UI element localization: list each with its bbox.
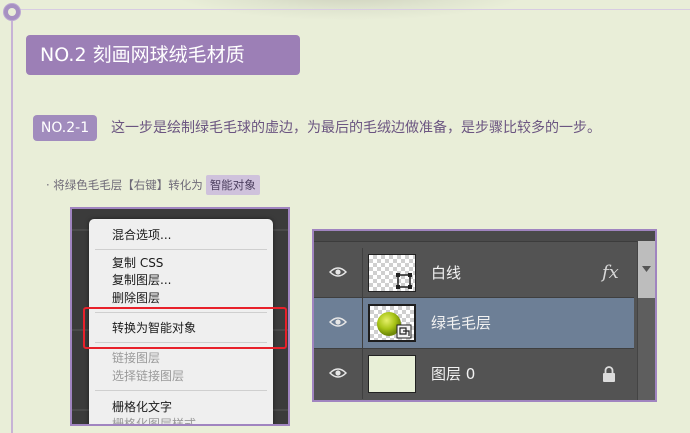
- lock-icon: [603, 366, 615, 382]
- top-decoration: [170, 0, 530, 20]
- layer-row-green-fur[interactable]: 绿毛毛层: [314, 298, 634, 348]
- scrollbar-thumb[interactable]: [637, 241, 655, 298]
- scrollbar-track[interactable]: [637, 298, 655, 400]
- menu-item-delete-layer[interactable]: 删除图层: [112, 289, 160, 306]
- chevron-down-icon: [642, 266, 651, 272]
- panel-header: [314, 231, 655, 242]
- top-rule: [15, 9, 690, 10]
- timeline-line: [11, 14, 13, 433]
- menu-separator: [95, 249, 267, 250]
- step-badge: NO.2-1: [33, 115, 97, 141]
- layer-thumbnail: [368, 304, 416, 342]
- visibility-toggle[interactable]: [314, 349, 363, 399]
- eye-icon: [329, 267, 347, 277]
- fx-icon[interactable]: fx: [602, 262, 619, 283]
- timeline-dot: [4, 4, 20, 20]
- section-title: NO.2 刻画网球绒毛材质: [26, 35, 300, 75]
- eye-icon: [329, 368, 347, 378]
- layers-panel-screenshot: 白线 fx 绿毛毛层 图层 0: [312, 229, 657, 402]
- instruction-note: · 将绿色毛毛层【右键】转化为 智能对象: [46, 175, 260, 195]
- layer-name: 白线: [431, 264, 462, 282]
- menu-item-blending-options[interactable]: 混合选项...: [112, 226, 171, 243]
- menu-item-rasterize-type[interactable]: 栅格化文字: [112, 398, 172, 415]
- menu-item-link-layers: 链接图层: [112, 351, 161, 365]
- highlight-box: [83, 307, 287, 349]
- layer-row-layer-0[interactable]: 图层 0: [314, 349, 634, 399]
- visibility-toggle[interactable]: [314, 248, 363, 298]
- layer-row-white-line[interactable]: 白线 fx: [314, 248, 634, 298]
- layer-thumbnail: [368, 254, 416, 292]
- eye-icon: [329, 317, 347, 327]
- menu-item-select-linked-layers: 选择链接图层: [112, 369, 185, 383]
- instruction-text: · 将绿色毛毛层【右键】转化为: [46, 178, 203, 192]
- visibility-toggle[interactable]: [314, 298, 363, 348]
- step-description: 这一步是绘制绿毛毛球的虚边，为最后的毛绒边做准备，是步骤比较多的一步。: [111, 120, 601, 136]
- layer-name: 图层 0: [431, 365, 476, 383]
- layer-thumbnail: [368, 355, 416, 393]
- instruction-highlight: 智能对象: [205, 175, 260, 195]
- menu-item-duplicate-layer[interactable]: 复制图层...: [112, 271, 171, 288]
- menu-separator: [95, 390, 267, 391]
- menu-item-copy-css[interactable]: 复制 CSS: [112, 254, 163, 271]
- layer-name: 绿毛毛层: [431, 314, 492, 332]
- menu-item-rasterize-layer-style: 栅格化图层样式: [112, 417, 197, 426]
